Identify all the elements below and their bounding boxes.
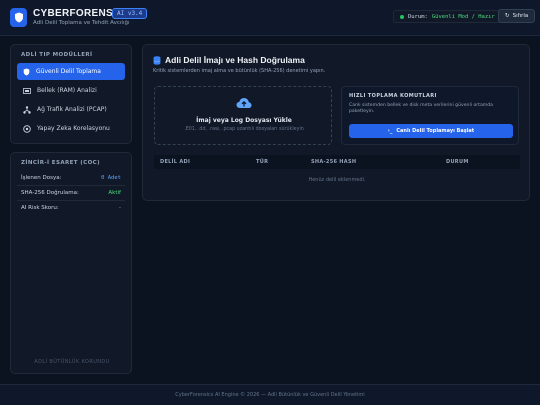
- nav-item-network-analysis[interactable]: Ağ Trafik Analizi (PCAP): [17, 101, 125, 118]
- sidebar: ADLİ TIP MODÜLLERİ Güvenli Delil Toplama…: [10, 44, 132, 374]
- upload-dropzone[interactable]: İmaj veya Log Dosyası Yükle .E01, .dd, .…: [154, 86, 332, 145]
- column-header-name: DELİL ADI: [160, 159, 191, 165]
- shield-logo-icon: [10, 8, 27, 27]
- main-panel: Adli Delil İmajı ve Hash Doğrulama Kriti…: [142, 44, 530, 201]
- database-icon: [153, 55, 161, 65]
- coc-value: Aktif: [108, 190, 121, 196]
- coc-label: AI Risk Skoru:: [21, 205, 59, 211]
- refresh-icon: ↻: [505, 13, 510, 19]
- start-live-collection-button[interactable]: ›_ Canlı Delil Toplamayı Başlat: [349, 124, 513, 138]
- nav-item-memory-analysis[interactable]: Bellek (RAM) Analizi: [17, 82, 125, 99]
- status-dot-icon: [400, 14, 404, 19]
- modules-title: ADLİ TIP MODÜLLERİ: [21, 52, 93, 58]
- nav-item-ai-correlation[interactable]: Yapay Zeka Korelasyonu: [17, 120, 125, 137]
- memory-icon: [23, 87, 31, 94]
- app-subtitle: Adli Delil Toplama ve Tehdit Avcılığı: [33, 20, 130, 26]
- quick-title: HIZLI TOPLAMA KOMUTLARI: [349, 93, 437, 99]
- status-value: Güvenli Mod / Hazır: [431, 13, 495, 20]
- start-button-label: Canlı Delil Toplamayı Başlat: [396, 128, 475, 134]
- coc-row-risk: AI Risk Skoru: -: [17, 201, 125, 215]
- app-header: CYBERFORENSICS AI v3.4 Adli Delil Toplam…: [0, 0, 540, 36]
- nav-item-label: Güvenli Delil Toplama: [36, 68, 101, 75]
- coc-footer: ADLİ BÜTÜNLÜK KORUNDU: [34, 359, 110, 365]
- status-label: Durum:: [408, 13, 428, 20]
- chain-of-custody-panel: ZİNCİR-İ ESARET (COC) İşlenen Dosya: 0 A…: [10, 152, 132, 374]
- empty-table-message: Henüz delil eklenmedi.: [308, 177, 366, 183]
- nav-item-evidence-collection[interactable]: Güvenli Delil Toplama: [17, 63, 125, 80]
- nav-item-label: Ağ Trafik Analizi (PCAP): [37, 106, 107, 113]
- modules-panel: ADLİ TIP MODÜLLERİ Güvenli Delil Toplama…: [10, 44, 132, 144]
- quick-description: Canlı sistemden bellek ve disk meta veri…: [349, 103, 493, 115]
- reset-label: Sıfırla: [512, 13, 529, 19]
- coc-row-sha256: SHA-256 Doğrulama: Aktif: [17, 186, 125, 201]
- coc-label: SHA-256 Doğrulama:: [21, 190, 79, 196]
- status-indicator: Durum: Güvenli Mod / Hazır: [393, 10, 502, 23]
- coc-label: İşlenen Dosya:: [21, 175, 62, 181]
- coc-title: ZİNCİR-İ ESARET (COC): [21, 160, 101, 166]
- version-badge: AI v3.4: [112, 8, 148, 19]
- upload-hint: .E01, .dd, .raw, .pcap uzantılı dosyalar…: [184, 127, 304, 132]
- cloud-upload-icon: [236, 98, 252, 108]
- column-header-status: DURUM: [446, 159, 469, 165]
- reset-button[interactable]: ↻ Sıfırla: [498, 9, 536, 23]
- column-header-type: TÜR: [256, 159, 269, 165]
- shield-icon: [23, 68, 30, 75]
- evidence-table-header: DELİL ADI TÜR SHA-256 HASH DURUM: [154, 155, 520, 169]
- brain-icon: [23, 124, 31, 133]
- nav-item-label: Bellek (RAM) Analizi: [37, 87, 97, 94]
- network-icon: [23, 105, 31, 114]
- page-subtitle: Kritik sistemlerden imaj alma ve bütünlü…: [153, 68, 326, 74]
- upload-title: İmaj veya Log Dosyası Yükle: [196, 117, 292, 124]
- nav-item-label: Yapay Zeka Korelasyonu: [37, 125, 110, 132]
- coc-row-files: İşlenen Dosya: 0 Adet: [17, 171, 125, 186]
- page-title: Adli Delil İmajı ve Hash Doğrulama: [153, 55, 519, 65]
- terminal-icon: ›_: [387, 128, 393, 134]
- column-header-hash: SHA-256 HASH: [311, 159, 357, 165]
- page-footer: CyberForensics AI Engine © 2026 — Adli B…: [0, 384, 540, 405]
- coc-value: 0 Adet: [101, 175, 121, 181]
- page-title-text: Adli Delil İmajı ve Hash Doğrulama: [165, 55, 305, 65]
- coc-value: -: [119, 205, 121, 211]
- quick-commands-panel: HIZLI TOPLAMA KOMUTLARI Canlı sistemden …: [341, 86, 519, 145]
